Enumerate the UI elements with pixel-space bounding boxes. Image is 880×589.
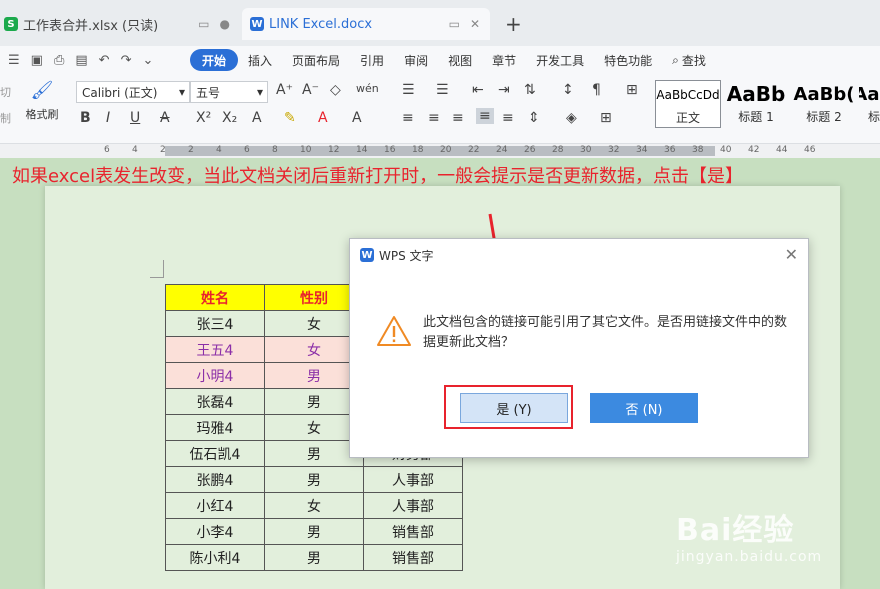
no-button[interactable]: 否 (N) [590,393,698,423]
dialog-title: WPS 文字 [379,248,434,263]
warning-icon [377,316,411,346]
dialog-message: 此文档包含的链接可能引用了其它文件。是否用链接文件中的数据更新此文档？ [423,315,788,350]
close-icon[interactable]: ✕ [785,245,798,264]
watermark-brand: Bai经验 [676,513,795,548]
update-links-dialog: W WPS 文字 ✕ 此文档包含的链接可能引用了其它文件。是否用链接文件中的数据… [349,238,809,458]
baidu-jingyan-watermark: Bai经验 jingyan.baidu.com [676,505,822,565]
wps-writer-icon: W [360,248,374,262]
watermark-url: jingyan.baidu.com [676,549,823,565]
annotation-highlight-box [444,385,573,429]
dialog-title-bar: W WPS 文字 [350,239,808,271]
